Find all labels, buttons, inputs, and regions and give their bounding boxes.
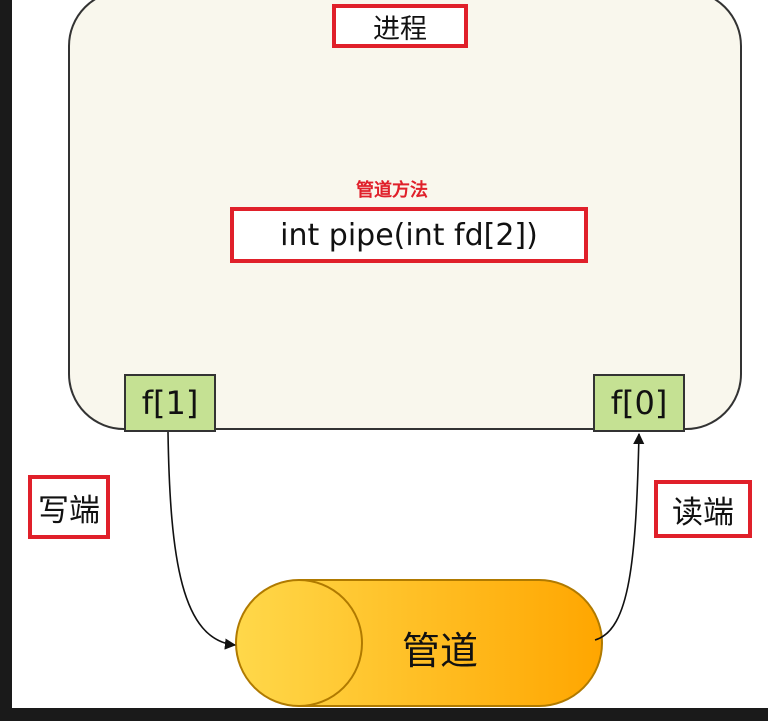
pipe-label: 管道: [401, 629, 478, 673]
pipe-diagram-graphics: [167, 431, 645, 707]
write-arrow: [167, 431, 237, 650]
read-arrow: [594, 432, 645, 641]
diagram-canvas: 进程 管道方法 int pipe(int fd[2]) f[1] f[0] 写端…: [12, 0, 768, 708]
